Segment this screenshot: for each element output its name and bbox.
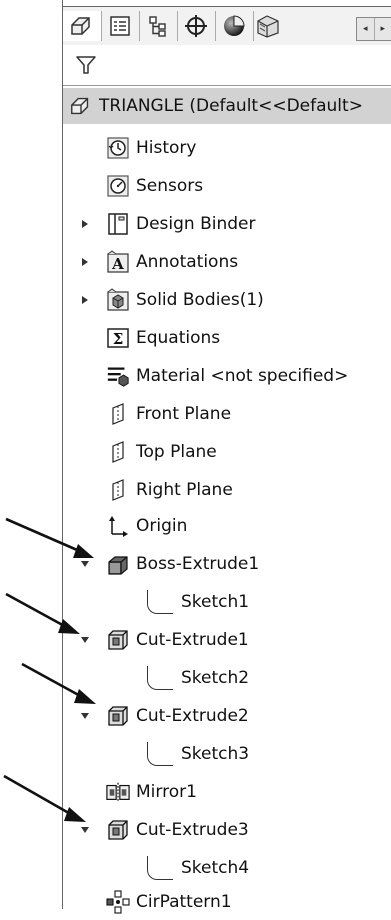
tree-item-sketch4[interactable]: Sketch4 xyxy=(63,850,391,886)
display-manager-icon xyxy=(221,13,247,39)
sketch-icon xyxy=(147,590,173,614)
tree-item-label: Solid Bodies(1) xyxy=(136,290,264,310)
cut-extrude-icon xyxy=(106,704,130,728)
design-binder-icon xyxy=(106,212,130,236)
pointer-arrow-cut-extrude1 xyxy=(0,590,100,640)
tree-item-label: Cut-Extrude3 xyxy=(136,820,249,840)
tree-item-label: Front Plane xyxy=(136,404,231,424)
scroll-left-button[interactable]: ◂ xyxy=(357,18,375,40)
configuration-manager-icon xyxy=(146,14,170,38)
tree-item-sketch3[interactable]: Sketch3 xyxy=(63,736,391,772)
sketch-icon xyxy=(147,666,173,690)
tab-scroll-buttons: ◂ ▸ xyxy=(356,17,391,41)
tree-item-design-binder[interactable]: Design Binder xyxy=(63,206,391,242)
tree-item-cut-extrude2[interactable]: Cut-Extrude2 xyxy=(63,698,391,734)
annotations-icon: A xyxy=(106,250,130,274)
tree-item-top-plane[interactable]: Top Plane xyxy=(63,434,391,470)
tree-item-cirpattern1[interactable]: CirPattern1 xyxy=(63,884,391,920)
expand-arrow-icon[interactable] xyxy=(80,219,90,229)
tree-item-label: Design Binder xyxy=(136,214,256,234)
tree-item-label: Cut-Extrude2 xyxy=(136,706,249,726)
tree-item-sketch2[interactable]: Sketch2 xyxy=(63,660,391,696)
material-icon xyxy=(106,364,130,388)
tree-item-label: Origin xyxy=(136,516,187,536)
tree-item-label: Sketch4 xyxy=(181,858,249,878)
origin-icon xyxy=(106,514,130,538)
tree-item-mirror1[interactable]: Mirror1 xyxy=(63,774,391,810)
tree-item-boss-extrude1[interactable]: Boss-Extrude1 xyxy=(63,546,391,582)
solid-bodies-icon xyxy=(106,288,130,312)
tree-item-label: Cut-Extrude1 xyxy=(136,630,249,650)
scroll-right-button[interactable]: ▸ xyxy=(375,18,391,40)
tree-item-label: CirPattern1 xyxy=(136,892,232,912)
property-manager-icon xyxy=(108,14,132,38)
expand-arrow-icon[interactable] xyxy=(80,295,90,305)
tree-item-label: Sensors xyxy=(136,176,203,196)
tree-item-front-plane[interactable]: Front Plane xyxy=(63,396,391,432)
tree-item-label: Top Plane xyxy=(136,442,217,462)
sketch-icon xyxy=(147,856,173,880)
pointer-arrow-boss-extrude1 xyxy=(0,515,100,565)
part-name: TRIANGLE (Default<<Default> xyxy=(99,96,363,116)
mirror-icon xyxy=(106,780,130,804)
tree-item-cut-extrude3[interactable]: Cut-Extrude3 xyxy=(63,812,391,848)
tree-item-solid-bodies[interactable]: Solid Bodies(1) xyxy=(63,282,391,318)
tree-root-part[interactable]: TRIANGLE (Default<<Default> xyxy=(63,88,391,124)
feature-manager-panel: ◂ ▸ TRIANGLE (Default<<Default> History … xyxy=(62,0,391,909)
tree-item-label: Sketch3 xyxy=(181,744,249,764)
cam-tab[interactable] xyxy=(253,11,283,41)
tree-item-label: History xyxy=(136,138,196,158)
plane-icon xyxy=(106,402,130,426)
tree-item-cut-extrude1[interactable]: Cut-Extrude1 xyxy=(63,622,391,658)
filter-bar xyxy=(63,45,391,86)
plane-icon xyxy=(106,440,130,464)
manager-toolbar: ◂ ▸ xyxy=(63,6,391,46)
dimxpert-tab[interactable] xyxy=(177,11,216,41)
equations-icon: Σ xyxy=(106,326,130,350)
pointer-arrow-cut-extrude2 xyxy=(0,660,100,710)
svg-text:Σ: Σ xyxy=(113,330,124,348)
tree-item-sensors[interactable]: Sensors xyxy=(63,168,391,204)
tree-item-label: Boss-Extrude1 xyxy=(136,554,259,574)
tree-item-label: Equations xyxy=(136,328,220,348)
tree-item-label: Material <not specified> xyxy=(136,366,348,386)
tree-item-equations[interactable]: Σ Equations xyxy=(63,320,391,356)
tree-item-material[interactable]: Material <not specified> xyxy=(63,358,391,394)
tree-item-origin[interactable]: Origin xyxy=(63,508,391,544)
sensors-icon xyxy=(106,174,130,198)
tree-item-sketch1[interactable]: Sketch1 xyxy=(63,584,391,620)
tree-item-right-plane[interactable]: Right Plane xyxy=(63,472,391,508)
feature-manager-tab[interactable] xyxy=(63,11,102,41)
tree-item-label: Right Plane xyxy=(136,480,233,500)
history-icon xyxy=(106,136,130,160)
configuration-manager-tab[interactable] xyxy=(139,11,178,41)
display-manager-tab[interactable] xyxy=(215,11,254,41)
svg-text:A: A xyxy=(111,255,124,273)
cut-extrude-icon xyxy=(106,818,130,842)
cut-extrude-icon xyxy=(106,628,130,652)
tree-item-label: Sketch1 xyxy=(181,592,249,612)
boss-extrude-icon xyxy=(106,552,130,576)
sketch-icon xyxy=(147,742,173,766)
tree-item-label: Mirror1 xyxy=(136,782,197,802)
tree-item-label: Sketch2 xyxy=(181,668,249,688)
circular-pattern-icon xyxy=(106,890,130,914)
filter-icon[interactable] xyxy=(75,54,97,76)
property-manager-tab[interactable] xyxy=(101,11,140,41)
collapse-arrow-icon[interactable] xyxy=(80,711,90,721)
tree-item-annotations[interactable]: A Annotations xyxy=(63,244,391,280)
cam-icon xyxy=(255,13,281,39)
pointer-arrow-cut-extrude3 xyxy=(0,772,100,827)
part-icon xyxy=(69,94,93,118)
plane-icon xyxy=(106,478,130,502)
tree-item-label: Annotations xyxy=(136,252,238,272)
dimxpert-icon xyxy=(183,13,209,39)
feature-manager-icon xyxy=(69,13,95,39)
tree-item-history[interactable]: History xyxy=(63,130,391,166)
expand-arrow-icon[interactable] xyxy=(80,257,90,267)
